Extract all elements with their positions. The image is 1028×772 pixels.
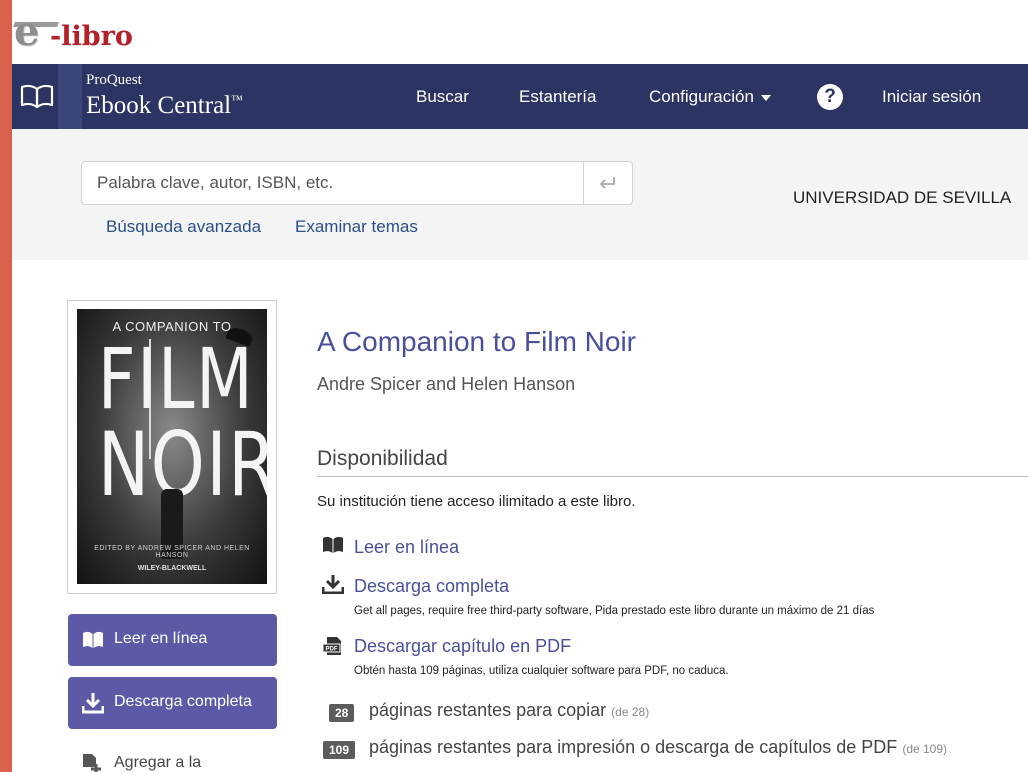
download-full-label: Descarga completa [114, 693, 252, 710]
caret-down-icon [760, 94, 771, 101]
download-full-link[interactable]: Descarga completa [354, 576, 509, 597]
brand-proquest: ProQuest [86, 72, 142, 88]
pdf-chapter-description: Obtén hasta 109 páginas, utiliza cualqui… [354, 665, 729, 677]
book-title: A Companion to Film Noir [317, 326, 637, 357]
open-book-icon[interactable] [20, 82, 54, 110]
availability-access-text: Su institución tiene acceso ilimitado a … [317, 493, 636, 510]
cover-editors: EDITED BY ANDREW SPICER AND HELEN HANSON [94, 545, 250, 559]
read-online-link[interactable]: Leer en línea [354, 537, 459, 558]
print-pages-total: (de 109) [902, 742, 948, 756]
pdf-icon: PDF [322, 637, 341, 655]
download-full-button[interactable]: Descarga completa [68, 677, 277, 729]
add-document-icon [83, 754, 101, 772]
search-band: Búsqueda avanzada Examinar temas UNIVERS… [12, 129, 1028, 260]
print-pages-count-badge: 109 [323, 741, 356, 759]
svg-text:PDF: PDF [326, 647, 338, 653]
nav-buscar[interactable]: Buscar [416, 87, 469, 107]
nav-estanteria[interactable]: Estantería [519, 87, 597, 107]
download-full-description: Get all pages, require free third-party … [354, 605, 875, 617]
elibro-logo[interactable]: e -libro [13, 4, 214, 64]
nav-configuracion-label: Configuración [649, 87, 754, 106]
book-icon [83, 631, 103, 648]
add-to-shelf-label: Agregar a la [114, 754, 202, 771]
book-cover-image: A COMPANION TO FILM NOIR EDITED BY ANDRE… [77, 309, 267, 584]
copy-pages-remaining: páginas restantes para copiar (de 28) [369, 700, 649, 721]
nav-iniciar-sesion[interactable]: Iniciar sesión [882, 87, 981, 107]
institution-name: UNIVERSIDAD DE SEVILLA [793, 188, 1012, 207]
read-online-button[interactable]: Leer en línea [68, 614, 277, 666]
book-icon [323, 536, 343, 553]
print-pages-remaining: páginas restantes para impresión o desca… [369, 737, 947, 758]
read-online-label: Leer en línea [114, 630, 208, 647]
availability-divider [317, 476, 1028, 477]
download-pdf-chapter-link[interactable]: Descargar capítulo en PDF [354, 636, 571, 657]
logo-e-letter: e [14, 8, 40, 55]
print-pages-label: páginas restantes para impresión o desca… [369, 737, 898, 757]
download-icon [82, 693, 104, 714]
book-authors[interactable]: Andre Spicer and Helen Hanson [317, 374, 575, 395]
page: e -libro ProQuest Ebook Central™ Buscar … [12, 0, 1028, 772]
question-circle-icon[interactable]: ? [817, 84, 843, 110]
logo-text: -libro [50, 21, 133, 52]
cover-publisher: WILEY-BLACKWELL [137, 565, 207, 572]
enter-return-icon[interactable] [584, 162, 632, 204]
browse-subjects-link[interactable]: Examinar temas [295, 217, 418, 237]
top-nav: ProQuest Ebook Central™ Buscar Estanterí… [12, 64, 1028, 129]
copy-pages-label: páginas restantes para copiar [369, 700, 607, 720]
cover-title-film: FILM [97, 330, 255, 428]
brand-ebook-central[interactable]: Ebook Central™ [86, 92, 243, 120]
nav-configuracion[interactable]: Configuración [649, 87, 771, 107]
brand-name: Ebook Central [86, 92, 232, 119]
search-input[interactable] [83, 163, 581, 203]
advanced-search-link[interactable]: Búsqueda avanzada [106, 217, 261, 237]
copy-pages-total: (de 28) [611, 705, 650, 719]
trademark-symbol: ™ [231, 92, 243, 107]
copy-pages-count-badge: 28 [329, 704, 355, 722]
book-cover-frame[interactable]: A COMPANION TO FILM NOIR EDITED BY ANDRE… [67, 300, 277, 594]
nav-brand-tab [58, 64, 82, 129]
download-icon [322, 575, 344, 594]
search-box [81, 161, 633, 205]
availability-heading: Disponibilidad [317, 447, 448, 470]
